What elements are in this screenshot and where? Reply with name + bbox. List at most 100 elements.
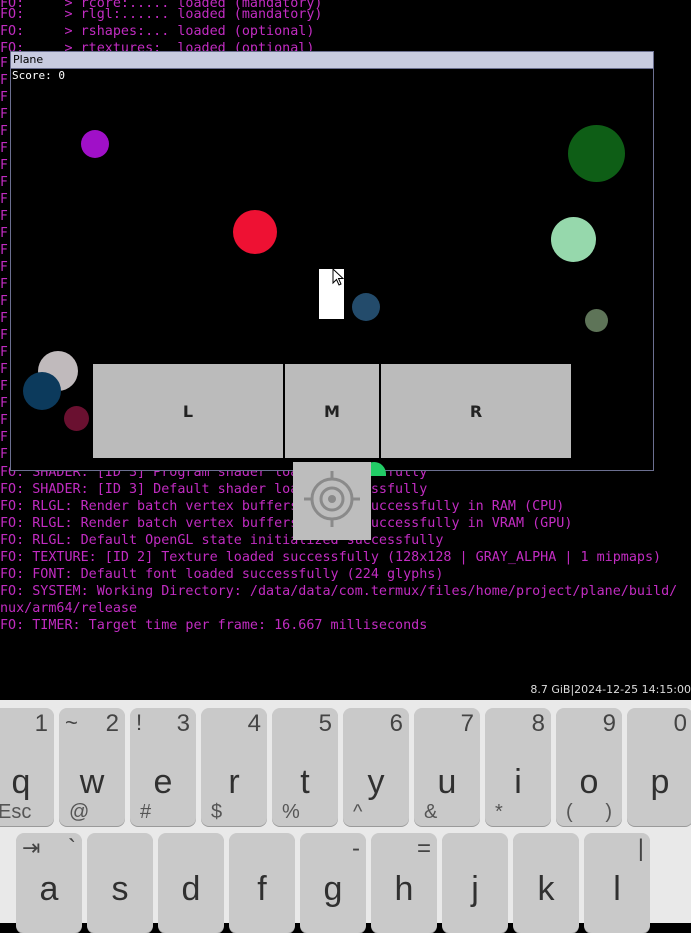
key-sub-label: @: [69, 801, 90, 823]
log-line-fragment: F: [0, 260, 8, 275]
key-y[interactable]: y 6 ^: [343, 708, 409, 826]
right-button[interactable]: R: [381, 364, 571, 458]
key-g[interactable]: g-: [300, 833, 366, 933]
key-sym-label: ⇥: [22, 835, 41, 860]
key-sub-label: (: [566, 801, 573, 823]
log-line: FO: TEXTURE: [ID 2] Texture loaded succe…: [0, 550, 662, 565]
key-num-label: 1: [34, 710, 48, 737]
mouse-pointer-icon: [332, 268, 344, 286]
log-line-fragment: F: [0, 362, 8, 377]
key-main-label: h: [394, 870, 414, 908]
key-main-label: f: [257, 870, 267, 908]
key-main-label: o: [579, 763, 599, 801]
log-line: FO: TIMER: Target time per frame: 16.667…: [0, 618, 428, 633]
key-main-label: u: [437, 763, 457, 801]
key-a[interactable]: a ` ⇥: [16, 833, 82, 933]
log-line-fragment: F: [0, 56, 8, 71]
key-main-label: r: [228, 763, 240, 801]
status-bar: 8.7 GiB|2024-12-25 14:15:00: [0, 680, 691, 700]
key-num-label: |: [637, 835, 644, 862]
key-p[interactable]: p0: [627, 708, 691, 826]
key-q[interactable]: q 1 Esc: [0, 708, 54, 826]
log-line-fragment: F: [0, 294, 8, 309]
key-main-label: e: [153, 763, 173, 801]
log-line-fragment: F: [0, 379, 8, 394]
ball: [81, 130, 109, 158]
key-i[interactable]: i 8 *: [485, 708, 551, 826]
log-line-fragment: F: [0, 413, 8, 428]
key-main-label: j: [471, 870, 479, 908]
log-line-fragment: F: [0, 226, 8, 241]
key-main-label: t: [300, 763, 310, 801]
key-t[interactable]: t 5%: [272, 708, 338, 826]
key-main-label: y: [367, 763, 385, 801]
log-line: FO: > rshapes:... loaded (optional): [0, 24, 315, 39]
key-u[interactable]: u 7 &: [414, 708, 480, 826]
ball: [64, 406, 89, 431]
ball: [568, 125, 625, 182]
ball: [23, 372, 61, 410]
key-sym-label: !: [136, 710, 143, 735]
key-e[interactable]: e 3! #: [130, 708, 196, 826]
ball: [233, 210, 277, 254]
log-line-fragment: F: [0, 175, 8, 190]
key-h[interactable]: h =: [371, 833, 437, 933]
key-s[interactable]: s: [87, 833, 153, 933]
log-line: FO: SYSTEM: Working Directory: /data/dat…: [0, 584, 678, 599]
key-main-label: k: [537, 870, 555, 908]
key-main-label: w: [79, 763, 105, 801]
log-line: FO: RLGL: Render batch vertex buffers lo…: [0, 499, 565, 514]
log-line-fragment: F: [0, 192, 8, 207]
key-j[interactable]: j: [442, 833, 508, 933]
log-line-fragment: F: [0, 73, 8, 88]
status-text: 8.7 GiB|2024-12-25 14:15:00: [530, 683, 691, 696]
log-line-fragment: F: [0, 107, 8, 122]
log-line: FO: FONT: Default font loaded successful…: [0, 567, 444, 582]
key-sub2-label: ): [605, 801, 612, 823]
log-line-fragment: F: [0, 158, 8, 173]
key-num-label: 6: [389, 710, 403, 737]
on-screen-keyboard: q 1 Esc w 2 ~ @ e 3! # r 4 $ t 5% y 6 ^ u 7 & i 8 * o 9 () p 0 a ` ⇥ s d f…: [0, 700, 691, 933]
log-line-fragment: F: [0, 90, 8, 105]
key-num-label: 3: [176, 710, 190, 737]
key-num-label: 9: [602, 710, 616, 737]
log-line: nux/arm64/release: [0, 601, 138, 616]
middle-button[interactable]: M: [285, 364, 379, 458]
ball: [585, 309, 608, 332]
key-o[interactable]: o 9 (): [556, 708, 622, 826]
key-f[interactable]: f: [229, 833, 295, 933]
key-num-label: `: [68, 835, 76, 862]
key-w[interactable]: w 2 ~ @: [59, 708, 125, 826]
crosshair-icon: [304, 471, 360, 527]
game-window[interactable]: Plane Score: 0 L M R: [10, 51, 654, 471]
key-main-label: p: [650, 763, 670, 801]
key-k[interactable]: k: [513, 833, 579, 933]
key-num-label: 7: [460, 710, 474, 737]
log-line-fragment: F: [0, 328, 8, 343]
log-line: FO: > rlgl:...... loaded (mandatory): [0, 7, 323, 22]
key-main-label: a: [39, 870, 59, 908]
key-sub-label: *: [495, 801, 503, 823]
left-button[interactable]: L: [93, 364, 283, 458]
key-d[interactable]: d: [158, 833, 224, 933]
key-l[interactable]: l |: [584, 833, 650, 933]
key-main-label: d: [181, 870, 201, 908]
log-line-fragment: F: [0, 447, 8, 462]
log-line-fragment: F: [0, 243, 8, 258]
key-num-label: 5: [318, 710, 332, 737]
log-line: FO: RLGL: Default OpenGL state initializ…: [0, 533, 444, 548]
ball: [352, 293, 380, 321]
window-titlebar[interactable]: Plane: [11, 52, 653, 69]
ball: [551, 217, 596, 262]
key-main-label: q: [11, 763, 31, 801]
key-sub-label: Esc: [0, 801, 32, 823]
log-line: FO: RLGL: Render batch vertex buffers lo…: [0, 516, 573, 531]
key-main-label: g: [323, 870, 343, 908]
key-num-label: 0: [673, 710, 687, 737]
key-sub-label: ^: [353, 801, 363, 823]
log-line-fragment: F: [0, 345, 8, 360]
key-num-label: 8: [531, 710, 545, 737]
crosshair-joystick[interactable]: [293, 462, 371, 540]
key-num-label: 2: [105, 710, 119, 737]
key-r[interactable]: r 4 $: [201, 708, 267, 826]
